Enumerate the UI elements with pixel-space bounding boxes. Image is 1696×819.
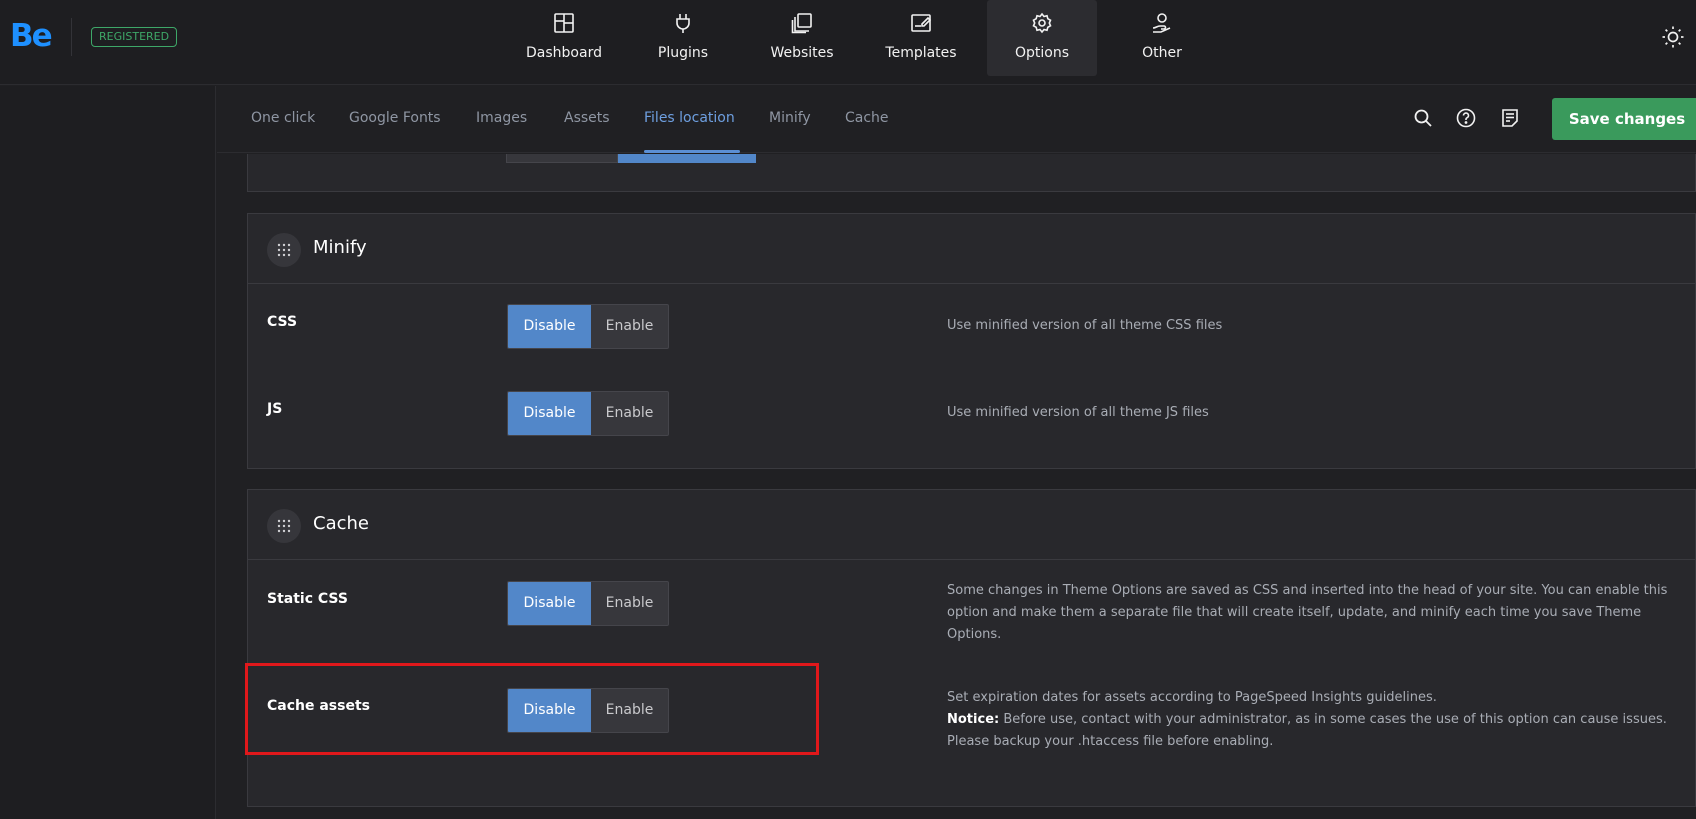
nav-websites[interactable]: Websites [747, 0, 857, 76]
option-description: Set expiration dates for assets accordin… [947, 687, 1687, 753]
cache-assets-description: Set expiration dates for assets accordin… [947, 690, 1437, 705]
option-description: Use minified version of all theme JS fil… [947, 405, 1209, 420]
nav-plugins[interactable]: Plugins [628, 0, 738, 76]
previous-toggle-left[interactable] [506, 154, 618, 163]
highlight-box [245, 663, 819, 755]
active-tab-indicator [644, 150, 740, 153]
option-label: CSS [267, 314, 298, 330]
drag-handle-icon [277, 519, 291, 533]
option-description: Use minified version of all theme CSS fi… [947, 318, 1223, 333]
templates-icon [911, 14, 932, 32]
disable-option[interactable]: Disable [508, 305, 591, 348]
previous-toggle-right[interactable] [618, 154, 756, 163]
tab-images[interactable]: Images [476, 110, 527, 126]
notice-text: Before use, contact with your administra… [947, 712, 1667, 749]
option-label: Static CSS [267, 591, 348, 607]
disable-option[interactable]: Disable [508, 392, 591, 435]
tab-files-location[interactable]: Files location [644, 110, 735, 126]
nav-dashboard-label: Dashboard [526, 45, 602, 61]
css-minify-toggle: Disable Enable [507, 304, 669, 349]
nav-options-label: Options [1014, 45, 1070, 61]
nav-options[interactable]: Options [987, 0, 1097, 76]
notice-label: Notice: [947, 712, 1000, 727]
tab-minify[interactable]: Minify [769, 110, 811, 126]
section-title: Cache [313, 513, 369, 534]
section-cache-header: Cache [248, 490, 1695, 560]
logo[interactable]: Be [10, 18, 53, 54]
registered-badge: REGISTERED [91, 27, 178, 47]
option-description: Some changes in Theme Options are saved … [947, 583, 1668, 642]
search-icon[interactable] [1413, 108, 1433, 128]
dashboard-icon [554, 13, 574, 33]
section-minify: Minify CSS Disable Enable Use minified v… [247, 213, 1696, 469]
theme-toggle-sun-icon[interactable] [1661, 25, 1685, 49]
tab-one-click[interactable]: One click [251, 110, 315, 126]
help-icon[interactable] [1456, 108, 1476, 128]
enable-option[interactable]: Enable [591, 305, 668, 348]
tab-cache[interactable]: Cache [845, 110, 889, 126]
sidebar [0, 86, 216, 819]
enable-option[interactable]: Enable [591, 582, 668, 625]
gear-icon [1032, 12, 1052, 34]
section-title: Minify [313, 237, 367, 258]
js-minify-toggle: Disable Enable [507, 391, 669, 436]
option-label: JS [267, 401, 283, 417]
nav-templates-label: Templates [885, 45, 957, 61]
drag-handle-icon [277, 243, 291, 257]
websites-icon [791, 13, 812, 34]
drag-handle[interactable] [267, 509, 301, 543]
section-cache: Cache Static CSS Disable Enable Some cha… [247, 489, 1696, 807]
enable-option[interactable]: Enable [591, 392, 668, 435]
tab-assets[interactable]: Assets [564, 110, 610, 126]
other-icon [1152, 13, 1171, 33]
nav-other-label: Other [1142, 45, 1182, 61]
plug-icon [676, 14, 690, 33]
previous-section-tail [247, 154, 1696, 192]
logo-divider [71, 18, 72, 56]
tab-google-fonts[interactable]: Google Fonts [349, 110, 441, 126]
nav-templates[interactable]: Templates [866, 0, 976, 76]
disable-option[interactable]: Disable [508, 582, 591, 625]
notes-icon[interactable] [1500, 108, 1520, 128]
static-css-toggle: Disable Enable [507, 581, 669, 626]
nav-plugins-label: Plugins [657, 45, 709, 61]
nav-other[interactable]: Other [1107, 0, 1217, 76]
sub-tab-bar: One click Google Fonts Images Assets Fil… [217, 86, 1696, 153]
save-changes-button[interactable]: Save changes [1552, 98, 1696, 140]
section-minify-header: Minify [248, 214, 1695, 284]
nav-websites-label: Websites [770, 45, 834, 61]
drag-handle[interactable] [267, 233, 301, 267]
top-bar: Be REGISTERED Dashboard Plugins Websites… [0, 0, 1696, 85]
nav-dashboard[interactable]: Dashboard [509, 0, 619, 76]
